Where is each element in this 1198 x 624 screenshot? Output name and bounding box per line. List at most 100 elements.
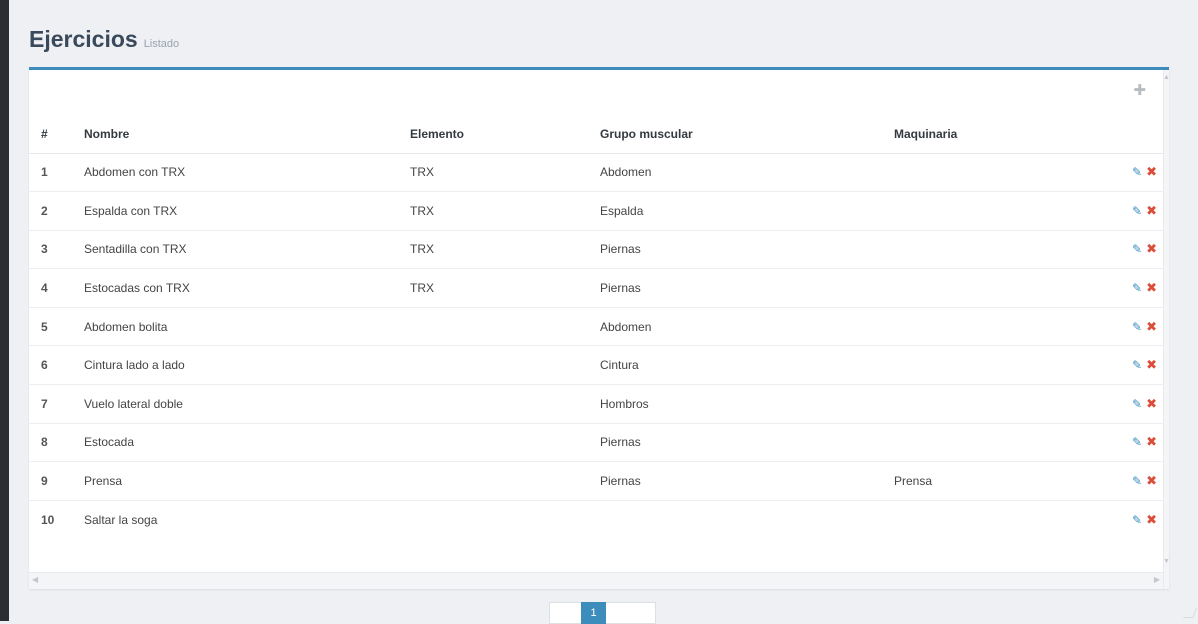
row-number: 2 [29, 192, 84, 231]
times-icon[interactable]: ✖ [1146, 280, 1157, 296]
row-actions-group: ✎✖ [1132, 241, 1157, 257]
table-row: 2Espalda con TRXTRXEspalda✎✖ [29, 192, 1163, 231]
row-maquinaria [894, 192, 1094, 231]
table-row: 1Abdomen con TRXTRXAbdomen✎✖ [29, 153, 1163, 192]
pencil-icon[interactable]: ✎ [1132, 513, 1142, 527]
pencil-icon[interactable]: ✎ [1132, 397, 1142, 411]
row-actions: ✎✖ [1094, 462, 1163, 501]
page-content: Ejercicios Listado ✚ # Nombre Elemento G… [9, 0, 1198, 621]
row-nombre: Saltar la soga [84, 500, 410, 539]
row-actions: ✎✖ [1094, 153, 1163, 192]
pencil-icon[interactable]: ✎ [1132, 474, 1142, 488]
row-actions-group: ✎✖ [1132, 512, 1157, 528]
row-actions-group: ✎✖ [1132, 396, 1157, 412]
exercises-table: # Nombre Elemento Grupo muscular Maquina… [29, 115, 1163, 539]
times-icon[interactable]: ✖ [1146, 241, 1157, 257]
pencil-icon[interactable]: ✎ [1132, 281, 1142, 295]
row-number: 3 [29, 230, 84, 269]
row-actions: ✎✖ [1094, 192, 1163, 231]
row-grupo-muscular: Piernas [600, 269, 894, 308]
row-grupo-muscular: Abdomen [600, 307, 894, 346]
vertical-scrollbar[interactable]: ▲ ▼ [1163, 70, 1169, 589]
row-actions: ✎✖ [1094, 230, 1163, 269]
page-subtitle: Listado [144, 38, 179, 50]
row-nombre: Sentadilla con TRX [84, 230, 410, 269]
row-actions: ✎✖ [1094, 423, 1163, 462]
column-header-grupo-muscular: Grupo muscular [600, 115, 894, 153]
row-maquinaria [894, 423, 1094, 462]
row-elemento [410, 307, 600, 346]
row-maquinaria [894, 230, 1094, 269]
row-grupo-muscular: Hombros [600, 385, 894, 424]
row-number: 10 [29, 500, 84, 539]
row-grupo-muscular: Cintura [600, 346, 894, 385]
row-actions-group: ✎✖ [1132, 434, 1157, 450]
pencil-icon[interactable]: ✎ [1132, 165, 1142, 179]
plus-icon[interactable]: ✚ [1133, 83, 1146, 98]
row-nombre: Estocadas con TRX [84, 269, 410, 308]
pencil-icon[interactable]: ✎ [1132, 204, 1142, 218]
table-row: 3Sentadilla con TRXTRXPiernas✎✖ [29, 230, 1163, 269]
row-maquinaria [894, 346, 1094, 385]
column-header-nombre: Nombre [84, 115, 410, 153]
table-container: # Nombre Elemento Grupo muscular Maquina… [29, 115, 1163, 539]
row-actions-group: ✎✖ [1132, 319, 1157, 335]
row-elemento [410, 346, 600, 385]
times-icon[interactable]: ✖ [1146, 203, 1157, 219]
row-maquinaria [894, 385, 1094, 424]
table-row: 10Saltar la soga✎✖ [29, 500, 1163, 539]
row-grupo-muscular: Piernas [600, 462, 894, 501]
row-elemento: TRX [410, 230, 600, 269]
row-actions: ✎✖ [1094, 307, 1163, 346]
row-elemento [410, 462, 600, 501]
row-grupo-muscular: Piernas [600, 230, 894, 269]
row-actions-group: ✎✖ [1132, 280, 1157, 296]
times-icon[interactable]: ✖ [1146, 396, 1157, 412]
column-header-actions [1094, 115, 1163, 153]
times-icon[interactable]: ✖ [1146, 434, 1157, 450]
scroll-left-icon[interactable]: ◀ [32, 575, 38, 584]
row-actions-group: ✎✖ [1132, 357, 1157, 373]
pencil-icon[interactable]: ✎ [1132, 435, 1142, 449]
times-icon[interactable]: ✖ [1146, 319, 1157, 335]
column-header-elemento: Elemento [410, 115, 600, 153]
row-nombre: Cintura lado a lado [84, 346, 410, 385]
table-row: 4Estocadas con TRXTRXPiernas✎✖ [29, 269, 1163, 308]
table-row: 9PrensaPiernasPrensa✎✖ [29, 462, 1163, 501]
exercises-panel: ✚ # Nombre Elemento Grupo muscular Maqui… [29, 67, 1169, 589]
row-nombre: Estocada [84, 423, 410, 462]
row-maquinaria [894, 269, 1094, 308]
row-actions-group: ✎✖ [1132, 164, 1157, 180]
row-number: 9 [29, 462, 84, 501]
row-grupo-muscular: Abdomen [600, 153, 894, 192]
pencil-icon[interactable]: ✎ [1132, 242, 1142, 256]
scroll-right-icon[interactable]: ▶ [1154, 575, 1160, 584]
pencil-icon[interactable]: ✎ [1132, 320, 1142, 334]
table-header-row: # Nombre Elemento Grupo muscular Maquina… [29, 115, 1163, 153]
row-elemento: TRX [410, 153, 600, 192]
page-header: Ejercicios Listado [29, 26, 179, 53]
row-elemento [410, 423, 600, 462]
times-icon[interactable]: ✖ [1146, 357, 1157, 373]
row-number: 6 [29, 346, 84, 385]
times-icon[interactable]: ✖ [1146, 473, 1157, 489]
scroll-up-icon[interactable]: ▲ [1163, 74, 1169, 81]
row-elemento [410, 500, 600, 539]
times-icon[interactable]: ✖ [1146, 512, 1157, 528]
times-icon[interactable]: ✖ [1146, 164, 1157, 180]
table-row: 8EstocadaPiernas✎✖ [29, 423, 1163, 462]
table-row: 6Cintura lado a ladoCintura✎✖ [29, 346, 1163, 385]
row-maquinaria [894, 307, 1094, 346]
pencil-icon[interactable]: ✎ [1132, 358, 1142, 372]
row-maquinaria: Prensa [894, 462, 1094, 501]
resize-grip-icon[interactable] [1183, 608, 1197, 618]
row-elemento: TRX [410, 192, 600, 231]
row-actions: ✎✖ [1094, 500, 1163, 539]
scroll-down-icon[interactable]: ▼ [1163, 558, 1169, 565]
row-number: 5 [29, 307, 84, 346]
row-nombre: Abdomen con TRX [84, 153, 410, 192]
row-maquinaria [894, 153, 1094, 192]
row-nombre: Espalda con TRX [84, 192, 410, 231]
row-elemento [410, 385, 600, 424]
horizontal-scrollbar[interactable]: ◀ ▶ [29, 572, 1163, 589]
